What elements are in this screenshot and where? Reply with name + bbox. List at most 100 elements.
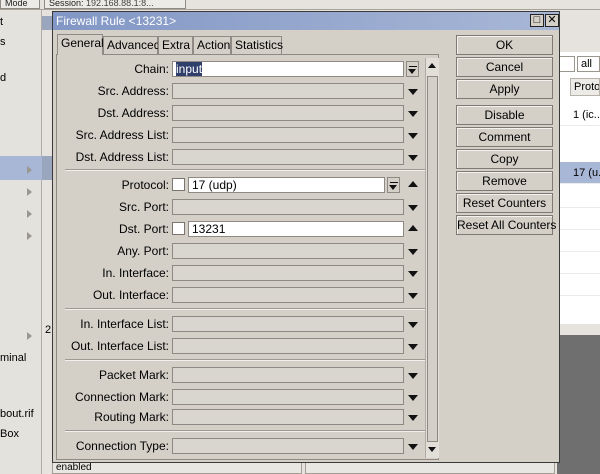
src-port-dropdown-icon[interactable] <box>408 205 418 211</box>
out-interface-list-field[interactable] <box>172 338 404 354</box>
maximize-button[interactable]: □ <box>530 14 544 27</box>
tab-label: Statistics <box>235 38 284 52</box>
table-row[interactable]: 1 (ic... <box>558 104 600 126</box>
table-row[interactable] <box>558 274 600 296</box>
src-address-list-label: Src. Address List: <box>75 128 169 142</box>
tab-extra[interactable]: Extra <box>158 36 193 54</box>
status-bar-secondary <box>305 462 555 474</box>
tab-action[interactable]: Action <box>193 36 231 54</box>
remove-button[interactable]: Remove <box>456 171 553 191</box>
tab-advanced[interactable]: Advanced <box>103 36 160 54</box>
copy-button[interactable]: Copy <box>456 149 553 169</box>
tab-statistics[interactable]: Statistics <box>231 36 284 54</box>
chain-field[interactable]: input <box>172 61 404 77</box>
out-interface-list-label: Out. Interface List: <box>70 339 169 353</box>
any-port-dropdown-icon[interactable] <box>408 249 418 255</box>
dst-address-list-dropdown-icon[interactable] <box>408 155 418 161</box>
close-button[interactable]: ✕ <box>545 14 559 27</box>
connection-type-dropdown-icon[interactable] <box>408 444 418 450</box>
table-cell: 17 (u... <box>573 167 600 179</box>
out-interface-row: Out. Interface: <box>57 286 440 304</box>
left-menu-item[interactable]: bout.rif <box>0 408 34 420</box>
reset-all-counters-button[interactable]: Reset All Counters <box>456 215 556 235</box>
src-port-row: Src. Port: <box>57 198 440 216</box>
in-interface-list-dropdown-icon[interactable] <box>408 322 418 328</box>
ok-button[interactable]: OK <box>456 35 553 55</box>
connection-type-field[interactable] <box>172 438 404 454</box>
reset-counters-button[interactable]: Reset Counters <box>456 193 553 213</box>
session-field[interactable]: Session: 192.168.88.1:8... <box>44 0 186 9</box>
section-divider <box>65 169 431 171</box>
apply-button[interactable]: Apply <box>456 79 553 99</box>
filter-value: all <box>581 58 593 70</box>
any-port-field[interactable] <box>172 243 404 259</box>
packet-mark-label: Packet Mark: <box>98 368 169 382</box>
connection-mark-dropdown-icon[interactable] <box>408 395 418 401</box>
table-row[interactable] <box>558 230 600 252</box>
dst-address-dropdown-icon[interactable] <box>408 111 418 117</box>
left-menu-item[interactable]: minal <box>0 352 26 364</box>
firewall-rule-dialog: Firewall Rule <13231> □ ✕ General Advanc… <box>52 11 560 463</box>
packet-mark-row: Packet Mark: <box>57 366 440 384</box>
table-row[interactable] <box>558 186 600 208</box>
src-address-dropdown-icon[interactable] <box>408 89 418 95</box>
table-row[interactable]: 17 (u... <box>558 162 600 184</box>
tab-general[interactable]: General <box>57 34 104 55</box>
routing-mark-field[interactable] <box>172 409 404 425</box>
in-interface-dropdown-icon[interactable] <box>408 271 418 277</box>
left-menu-item[interactable]: Box <box>0 428 19 440</box>
bg-left-label: 2 <box>45 324 52 336</box>
disable-button[interactable]: Disable <box>456 105 553 125</box>
protocol-field[interactable]: 17 (udp) <box>188 177 385 193</box>
dst-port-collapse-icon[interactable] <box>408 225 418 231</box>
dst-port-negate-checkbox[interactable] <box>172 222 185 235</box>
protocol-negate-checkbox[interactable] <box>172 178 185 191</box>
out-interface-dropdown-icon[interactable] <box>408 293 418 299</box>
table-row[interactable] <box>558 252 600 274</box>
dst-address-row: Dst. Address: <box>57 104 440 122</box>
connection-mark-field[interactable] <box>172 389 404 405</box>
comment-button-label: Comment <box>478 130 531 144</box>
scroll-up-icon[interactable] <box>428 63 436 68</box>
in-interface-row: In. Interface: <box>57 264 440 282</box>
dst-port-field[interactable]: 13231 <box>188 221 404 237</box>
left-menu-item[interactable]: d <box>0 72 6 84</box>
in-interface-field[interactable] <box>172 265 404 281</box>
packet-mark-field[interactable] <box>172 367 404 383</box>
dialog-titlebar[interactable]: Firewall Rule <13231> □ ✕ <box>53 12 559 30</box>
form-scrollbar[interactable] <box>425 58 439 458</box>
dst-address-field[interactable] <box>172 105 404 121</box>
table-row[interactable] <box>558 208 600 230</box>
chain-dropdown-button[interactable] <box>406 61 419 77</box>
src-address-list-field[interactable] <box>172 127 404 143</box>
routing-mark-dropdown-icon[interactable] <box>408 415 418 421</box>
out-interface-list-dropdown-icon[interactable] <box>408 344 418 350</box>
packet-mark-dropdown-icon[interactable] <box>408 373 418 379</box>
in-interface-label: In. Interface: <box>102 266 169 280</box>
in-interface-list-field[interactable] <box>172 316 404 332</box>
disable-button-label: Disable <box>484 108 525 122</box>
src-port-field[interactable] <box>172 199 404 215</box>
dst-port-value: 13231 <box>192 222 226 236</box>
src-address-list-dropdown-icon[interactable] <box>408 133 418 139</box>
cancel-button[interactable]: Cancel <box>456 57 553 77</box>
dst-address-list-field[interactable] <box>172 149 404 165</box>
connection-mark-label: Connection Mark: <box>74 390 169 404</box>
out-interface-field[interactable] <box>172 287 404 303</box>
left-menu-item[interactable]: s <box>0 36 6 48</box>
protocol-collapse-icon[interactable] <box>408 181 418 187</box>
protocol-dropdown-button[interactable] <box>387 177 400 193</box>
out-interface-list-row: Out. Interface List: <box>57 337 440 355</box>
left-menu-item[interactable]: t <box>0 16 3 28</box>
src-address-field[interactable] <box>172 83 404 99</box>
scroll-down-icon[interactable] <box>428 447 436 452</box>
comment-button[interactable]: Comment <box>456 127 553 147</box>
scrollbar-thumb[interactable] <box>427 76 438 442</box>
any-port-label: Any. Port: <box>117 244 169 258</box>
column-header-protocol[interactable]: Proto... <box>570 78 600 96</box>
out-interface-label: Out. Interface: <box>92 288 169 302</box>
cancel-button-label: Cancel <box>485 60 524 74</box>
filter-field[interactable]: all <box>577 56 600 72</box>
mode-button[interactable]: Mode <box>0 0 40 9</box>
submenu-arrow-icon <box>27 210 32 218</box>
